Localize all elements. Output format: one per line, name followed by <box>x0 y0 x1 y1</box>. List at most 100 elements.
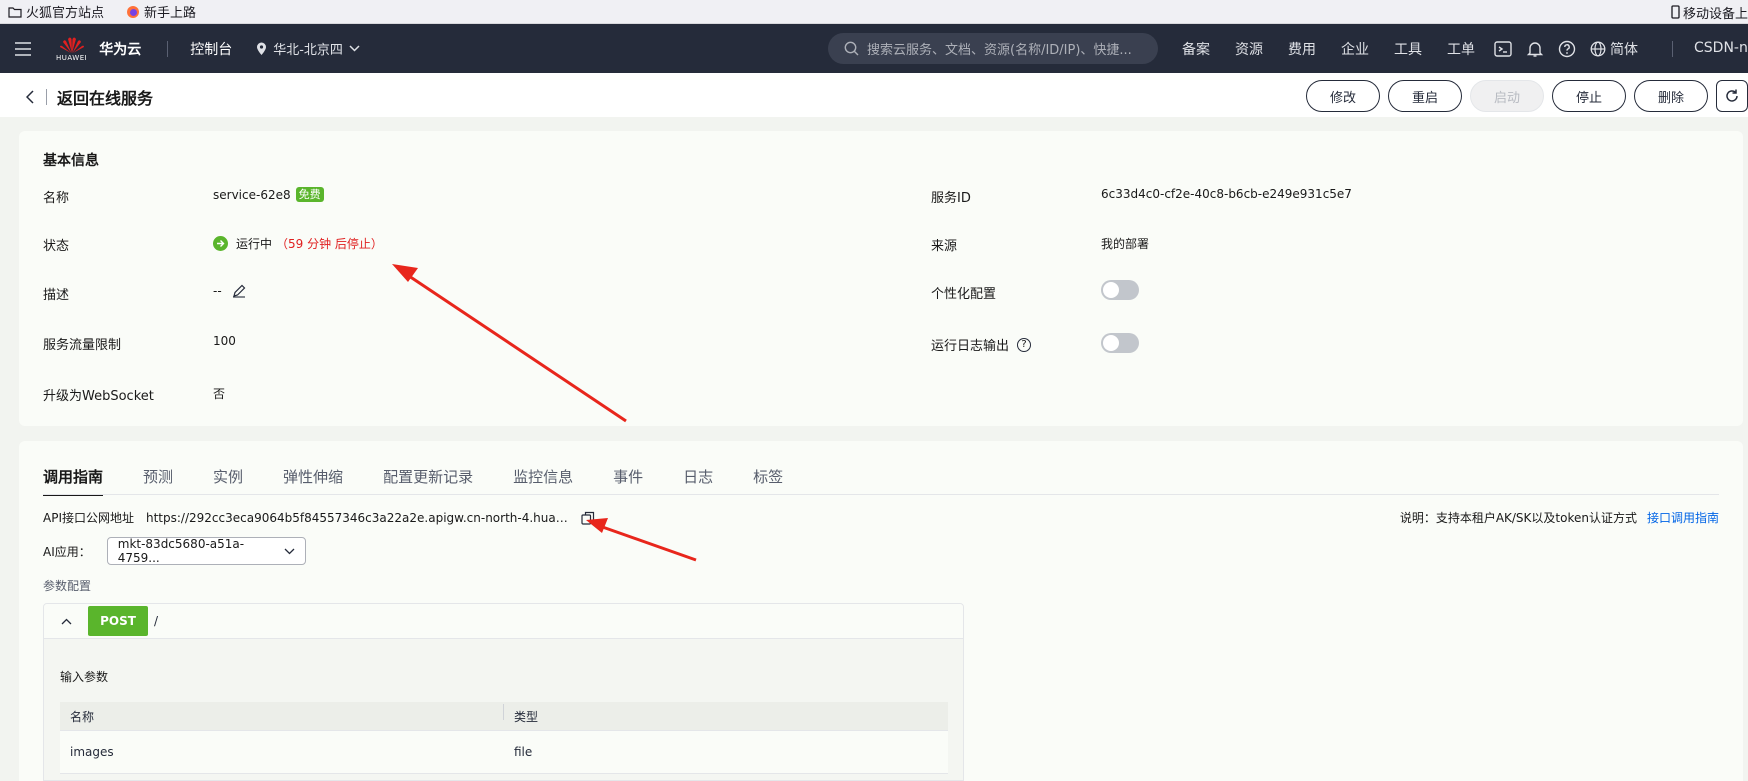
mobile-bookmarks-label: 移动设备上 <box>1682 6 1748 22</box>
nav-link-resources[interactable]: 资源 <box>1235 39 1263 59</box>
region-selector[interactable]: 华北-北京四 <box>256 39 360 58</box>
tab-monitoring[interactable]: 监控信息 <box>513 466 573 496</box>
start-button[interactable]: 启动 <box>1470 80 1544 112</box>
delete-button[interactable]: 删除 <box>1634 80 1708 112</box>
tab-underline-divider <box>43 494 1719 495</box>
auth-note: 说明：支持本租户AK/SK以及token认证方式 接口调用指南 <box>1400 509 1719 526</box>
source-label: 来源 <box>931 239 958 254</box>
bell-icon[interactable] <box>1526 40 1544 58</box>
stop-countdown: （59 分钟 后停止） <box>276 237 383 251</box>
user-account[interactable]: CSDN-nu <box>1694 40 1748 56</box>
status-value: 运行中 （59 分钟 后停止） <box>213 235 383 252</box>
running-status-icon <box>213 236 228 251</box>
folder-icon <box>8 6 22 18</box>
param-config-panel: POST / 输入参数 名称 类型 images file <box>43 603 964 781</box>
endpoint-header[interactable]: POST / <box>44 604 963 639</box>
chevron-up-icon[interactable] <box>44 618 88 625</box>
bookmark-item[interactable]: 火狐官方站点 <box>8 2 104 21</box>
nav-icon-group: 简体 <box>1494 24 1638 73</box>
region-label: 华北-北京四 <box>273 43 343 58</box>
traffic-limit-label: 服务流量限制 <box>43 338 122 353</box>
status-text: 运行中 <box>236 237 273 251</box>
nav-divider <box>167 40 169 57</box>
service-id-value: 6c33d4c0-cf2e-40c8-b6cb-e249e931c5e7 <box>1101 187 1352 201</box>
action-buttons: 修改 重启 启动 停止 删除 <box>1306 80 1748 112</box>
brand-name: 华为云 <box>99 41 142 58</box>
source-value: 我的部署 <box>1101 237 1150 251</box>
tab-config-history[interactable]: 配置更新记录 <box>383 466 473 496</box>
header-divider <box>46 89 47 105</box>
status-label: 状态 <box>43 239 70 254</box>
api-address-label: API接口公网地址 <box>43 511 134 525</box>
api-address-row: API接口公网地址 https://292cc3eca9064b5f845573… <box>43 509 595 526</box>
modify-button[interactable]: 修改 <box>1306 80 1380 112</box>
chevron-down-icon <box>349 45 360 52</box>
menu-icon[interactable] <box>0 41 46 56</box>
firefox-icon <box>126 5 140 19</box>
param-name-cell: images <box>70 745 114 759</box>
name-value: service-62e8 免费 <box>213 187 324 202</box>
nav-links: 备案 资源 费用 企业 工具 工单 <box>1182 24 1500 73</box>
basic-info-title: 基本信息 <box>43 153 99 169</box>
mobile-device-icon <box>1671 5 1680 19</box>
run-log-toggle[interactable] <box>1101 333 1139 353</box>
language-switcher[interactable]: 简体 <box>1590 39 1638 59</box>
table-row: images file <box>60 731 948 774</box>
tab-instances[interactable]: 实例 <box>213 466 243 496</box>
bookmarks-bar: 火狐官方站点 新手上路 移动设备上 <box>0 0 1748 24</box>
chevron-down-icon <box>284 548 295 555</box>
global-search-input[interactable]: 搜索云服务、文档、资源(名称/ID/IP)、快捷... <box>828 33 1158 64</box>
search-icon <box>844 41 859 56</box>
help-circle-icon[interactable]: ? <box>1017 337 1032 352</box>
personalized-config-label: 个性化配置 <box>931 287 997 302</box>
huawei-cloud-logo[interactable]: HUAWEI 华为云 <box>56 36 141 62</box>
chevron-left-icon <box>26 90 34 104</box>
stop-button[interactable]: 停止 <box>1552 80 1626 112</box>
column-header-type: 类型 <box>514 709 539 724</box>
tab-tags[interactable]: 标签 <box>753 466 783 496</box>
huawei-logo-text: HUAWEI <box>56 53 88 62</box>
tab-autoscaling[interactable]: 弹性伸缩 <box>283 466 343 496</box>
api-guide-link[interactable]: 接口调用指南 <box>1647 511 1719 525</box>
tab-logs[interactable]: 日志 <box>683 466 713 496</box>
refresh-button[interactable] <box>1716 80 1748 112</box>
websocket-value: 否 <box>213 387 226 401</box>
huawei-logo-icon: HUAWEI <box>56 36 87 62</box>
restart-button[interactable]: 重启 <box>1388 80 1462 112</box>
ai-app-label: AI应用： <box>43 544 91 559</box>
back-link[interactable]: 返回在线服务 <box>26 85 153 109</box>
copy-icon[interactable] <box>581 511 595 525</box>
http-method-badge: POST <box>88 606 148 636</box>
table-header-row: 名称 类型 <box>60 702 948 731</box>
ai-app-row: AI应用： mkt-83dc5680-a51a-4759... <box>43 537 306 565</box>
traffic-limit-value: 100 <box>213 334 236 348</box>
bookmark-item[interactable]: 新手上路 <box>126 2 196 21</box>
basic-info-card: 基本信息 名称 service-62e8 免费 状态 运行中 （59 分钟 后停… <box>19 131 1743 426</box>
terminal-icon[interactable] <box>1494 40 1512 58</box>
help-icon[interactable] <box>1558 40 1576 58</box>
nav-link-tickets[interactable]: 工单 <box>1447 39 1475 59</box>
nav-link-tools[interactable]: 工具 <box>1394 39 1422 59</box>
ai-app-selected: mkt-83dc5680-a51a-4759... <box>117 537 245 565</box>
edit-icon[interactable] <box>232 284 246 298</box>
nav-link-enterprise[interactable]: 企业 <box>1341 39 1369 59</box>
tab-call-guide[interactable]: 调用指南 <box>43 466 104 496</box>
endpoint-path: / <box>154 614 159 628</box>
column-header-name: 名称 <box>60 703 504 725</box>
personalized-config-toggle[interactable] <box>1101 280 1139 300</box>
nav-divider <box>1672 41 1673 57</box>
websocket-label: 升级为WebSocket <box>43 389 154 404</box>
run-log-label-row: 运行日志输出 ? <box>931 335 1032 354</box>
console-link[interactable]: 控制台 <box>190 39 232 59</box>
nav-link-beian[interactable]: 备案 <box>1182 39 1210 59</box>
tab-predict[interactable]: 预测 <box>143 466 173 496</box>
api-address-value: https://292cc3eca9064b5f84557346c3a22a2e… <box>146 510 571 525</box>
input-params-table: 名称 类型 images file <box>60 702 948 774</box>
mobile-bookmarks[interactable]: 移动设备上 <box>1671 0 1748 24</box>
ai-app-select[interactable]: mkt-83dc5680-a51a-4759... <box>106 537 306 565</box>
param-config-label: 参数配置 <box>43 579 92 593</box>
tab-events[interactable]: 事件 <box>613 466 643 496</box>
language-label: 简体 <box>1610 41 1638 58</box>
run-log-label: 运行日志输出 <box>931 339 1010 354</box>
nav-link-billing[interactable]: 费用 <box>1288 39 1316 59</box>
